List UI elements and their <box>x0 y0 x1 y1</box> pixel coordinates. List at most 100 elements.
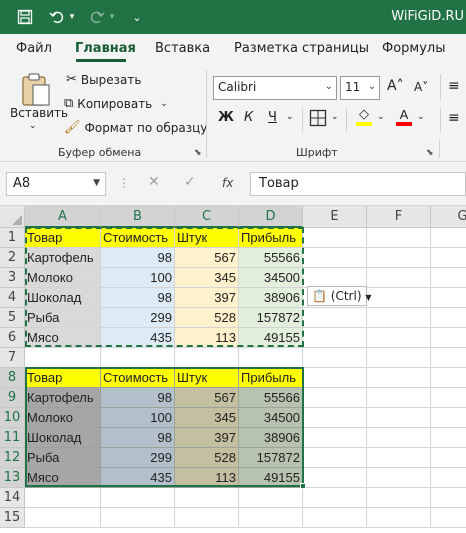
row-header[interactable]: 3 <box>0 268 25 288</box>
column-header-g[interactable]: G <box>431 206 466 228</box>
cell[interactable] <box>431 288 466 308</box>
cell[interactable] <box>303 268 367 288</box>
cell[interactable] <box>431 448 466 468</box>
cell[interactable] <box>431 428 466 448</box>
cell[interactable] <box>367 468 431 488</box>
cell[interactable] <box>303 248 367 268</box>
cell[interactable]: 34500 <box>239 408 303 428</box>
fill-handle[interactable] <box>300 483 306 489</box>
fill-color-icon[interactable]: ◇ <box>356 108 372 126</box>
font-color-dropdown-icon[interactable]: ⌄ <box>417 112 425 122</box>
shrink-font-button[interactable]: A˅ <box>414 80 428 94</box>
cell[interactable]: 299 <box>101 448 175 468</box>
cell[interactable]: 299 <box>101 308 175 328</box>
cell[interactable]: 528 <box>175 448 239 468</box>
align-icon[interactable]: ≡ <box>448 78 460 94</box>
cell[interactable] <box>101 508 175 528</box>
cell[interactable]: Прибыль <box>239 228 303 248</box>
underline-button[interactable]: Ч <box>268 110 277 125</box>
clipboard-launcher-icon[interactable]: ⬊ <box>194 148 202 158</box>
row-header[interactable]: 10 <box>0 408 25 428</box>
align-left-icon[interactable]: ≡ <box>448 110 460 126</box>
font-size-combo[interactable]: 11 ⌄ <box>340 76 380 100</box>
cell[interactable]: 98 <box>101 428 175 448</box>
cell[interactable]: 157872 <box>239 448 303 468</box>
row-header[interactable]: 7 <box>0 348 25 368</box>
copy-button[interactable]: ⧉ Копировать ⌄ <box>64 96 168 111</box>
font-color-icon[interactable]: A <box>396 108 412 126</box>
cell[interactable] <box>303 308 367 328</box>
cell[interactable] <box>303 448 367 468</box>
row-header[interactable]: 2 <box>0 248 25 268</box>
cell[interactable] <box>431 468 466 488</box>
cell[interactable]: 567 <box>175 248 239 268</box>
copy-dropdown-icon[interactable]: ⌄ <box>160 99 168 109</box>
underline-dropdown-icon[interactable]: ⌄ <box>286 112 294 122</box>
formula-input[interactable]: Товар <box>250 172 466 196</box>
cell[interactable]: Стоимость <box>101 228 175 248</box>
cell[interactable]: 55566 <box>239 388 303 408</box>
cell[interactable] <box>367 368 431 388</box>
cell[interactable] <box>303 388 367 408</box>
row-header[interactable]: 5 <box>0 308 25 328</box>
select-all-corner[interactable] <box>0 206 25 228</box>
cell[interactable] <box>25 508 101 528</box>
cell[interactable]: 435 <box>101 468 175 488</box>
cell[interactable] <box>367 448 431 468</box>
italic-button[interactable]: К <box>244 110 253 125</box>
cell[interactable] <box>367 408 431 428</box>
cell[interactable] <box>303 368 367 388</box>
tab-file[interactable]: Файл <box>16 41 52 56</box>
paste-button[interactable]: Вставить <box>10 106 68 120</box>
row-header[interactable]: 13 <box>0 468 25 488</box>
cell[interactable]: Молоко <box>25 408 101 428</box>
paste-icon[interactable] <box>16 70 56 110</box>
cell[interactable] <box>367 248 431 268</box>
font-launcher-icon[interactable]: ⬊ <box>426 148 434 158</box>
row-header[interactable]: 12 <box>0 448 25 468</box>
fill-color-dropdown-icon[interactable]: ⌄ <box>377 112 385 122</box>
cell[interactable]: Штук <box>175 368 239 388</box>
cell[interactable] <box>367 288 431 308</box>
cell[interactable] <box>431 508 466 528</box>
cell[interactable]: 345 <box>175 268 239 288</box>
cell[interactable] <box>431 488 466 508</box>
cell[interactable] <box>431 248 466 268</box>
cell[interactable] <box>303 408 367 428</box>
cell[interactable]: Шоколад <box>25 428 101 448</box>
cell[interactable]: Мясо <box>25 328 101 348</box>
spreadsheet-grid[interactable]: A B C D E F G 1 2 3 4 5 6 7 8 9 10 11 12 13 14 15 Това… <box>0 206 466 533</box>
tab-page-layout[interactable]: Разметка страницы <box>234 41 369 56</box>
row-header[interactable]: 9 <box>0 388 25 408</box>
cell[interactable] <box>367 508 431 528</box>
cell[interactable] <box>175 508 239 528</box>
bold-button[interactable]: Ж <box>218 110 234 125</box>
cell[interactable] <box>303 488 367 508</box>
cell[interactable]: 34500 <box>239 268 303 288</box>
column-header-d[interactable]: D <box>239 206 303 228</box>
cell[interactable]: Картофель <box>25 248 101 268</box>
row-header[interactable]: 1 <box>0 228 25 248</box>
cell[interactable]: Рыба <box>25 448 101 468</box>
cell[interactable]: 435 <box>101 328 175 348</box>
cell[interactable] <box>239 348 303 368</box>
cell[interactable] <box>25 488 101 508</box>
cell[interactable] <box>367 348 431 368</box>
cell[interactable]: Штук <box>175 228 239 248</box>
cell[interactable] <box>431 268 466 288</box>
grow-font-button[interactable]: A˄ <box>387 78 404 94</box>
cell[interactable]: 157872 <box>239 308 303 328</box>
cell[interactable] <box>431 408 466 428</box>
cell[interactable] <box>239 508 303 528</box>
format-painter-button[interactable]: 🖌 Формат по образцу <box>64 120 207 135</box>
tab-home[interactable]: Главная <box>75 41 136 56</box>
row-header[interactable]: 8 <box>0 368 25 388</box>
cell[interactable]: 38906 <box>239 428 303 448</box>
borders-dropdown-icon[interactable]: ⌄ <box>331 112 339 122</box>
cell[interactable]: 100 <box>101 268 175 288</box>
cell[interactable]: 55566 <box>239 248 303 268</box>
column-header-a[interactable]: A <box>25 206 101 228</box>
column-header-c[interactable]: C <box>175 206 239 228</box>
cell[interactable]: 98 <box>101 288 175 308</box>
cell[interactable] <box>303 328 367 348</box>
